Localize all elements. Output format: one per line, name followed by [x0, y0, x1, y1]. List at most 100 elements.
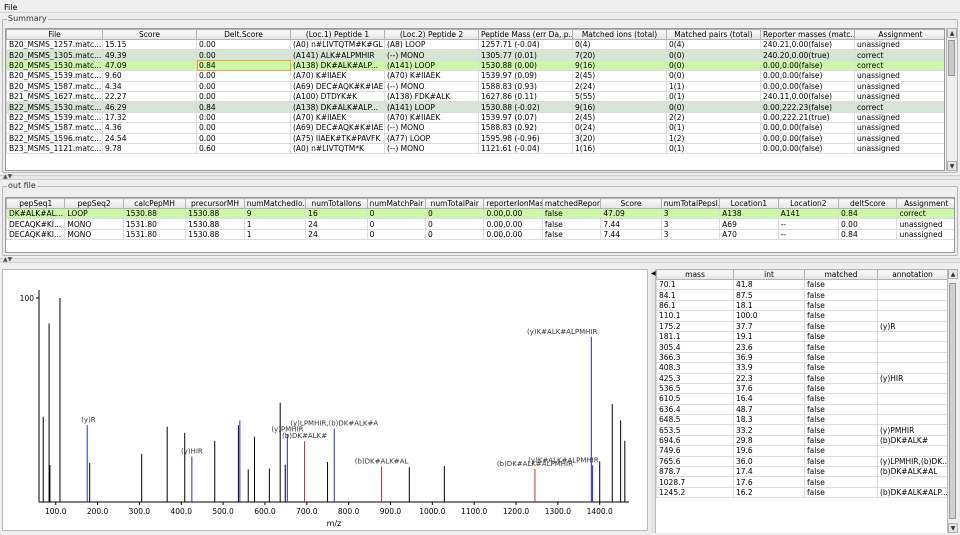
table-cell[interactable]: (--) MONO — [384, 122, 479, 134]
table-cell[interactable]: 0(0) — [666, 70, 761, 82]
table-cell[interactable]: 84.1 — [656, 289, 734, 301]
table-cell[interactable]: (y)PMHIR — [877, 424, 947, 436]
column-header[interactable]: Assignment — [896, 198, 954, 209]
table-cell[interactable]: (y)LPMHIR,(b)DK... — [877, 455, 947, 468]
table-cell[interactable]: 0.00 — [196, 70, 291, 82]
table-cell[interactable] — [877, 476, 947, 488]
table-cell[interactable]: 4.34 — [102, 80, 197, 92]
table-cell[interactable]: unassigned — [854, 111, 944, 124]
table-cell[interactable]: 4.36 — [102, 122, 197, 134]
table-cell[interactable]: A141 — [777, 207, 840, 220]
split-arrows-icon[interactable]: ▲▼ — [3, 256, 12, 263]
table-cell[interactable]: correct — [854, 101, 944, 113]
table-cell[interactable] — [877, 341, 947, 353]
table-cell[interactable]: 2(45) — [572, 70, 667, 82]
table-cell[interactable]: 5(55) — [572, 90, 667, 103]
table-cell[interactable]: 610.5 — [656, 393, 734, 405]
table-cell[interactable]: 1530.88 — [185, 228, 245, 241]
column-header[interactable]: Score — [600, 198, 662, 209]
table-cell[interactable]: 7.44 — [600, 228, 662, 241]
table-row[interactable]: B20_MSMS_1539.matc... 9.60 0.00 (A70) K#IIA… — [6, 70, 944, 82]
table-cell[interactable]: unassigned — [854, 90, 944, 103]
table-cell[interactable]: 0(4) — [572, 38, 667, 51]
table-cell[interactable]: 0.84 — [838, 207, 898, 220]
summary-scrollbar[interactable]: ▲ ▼ — [946, 28, 957, 171]
table-cell[interactable]: 0 — [366, 228, 427, 241]
column-header[interactable]: Location2 — [777, 198, 840, 209]
column-header[interactable]: Reporter masses (matc... — [760, 29, 855, 40]
table-cell[interactable]: 22.3 — [733, 372, 805, 384]
table-cell[interactable]: 240.21,0.00(false) — [760, 38, 855, 51]
table-row[interactable]: 878.7 17.4 false (b)DK#ALK#AL — [656, 466, 947, 478]
table-cell[interactable]: (A141) LOOP — [384, 101, 479, 113]
table-cell[interactable]: 0(0) — [666, 49, 761, 61]
table-cell[interactable]: 408.3 — [656, 362, 734, 374]
peak-scrollbar[interactable]: ▲ ▼ — [947, 269, 958, 533]
scroll-thumb[interactable] — [948, 40, 955, 76]
scroll-down-icon[interactable]: ▼ — [947, 161, 957, 171]
column-header[interactable]: Assignment — [854, 29, 944, 40]
table-cell[interactable]: B23_MSMS_1121.matc... — [6, 142, 103, 155]
table-cell[interactable]: false — [804, 299, 878, 312]
table-row[interactable]: 653.5 33.2 false (y)PMHIR — [656, 424, 947, 436]
table-cell[interactable]: DECAQK#KI... — [6, 218, 66, 230]
table-row[interactable]: B22_MSMS_1596.matc... 24.54 0.00 (A75) IIAE… — [6, 132, 944, 144]
column-header[interactable]: (Loc.1) Peptide 1 — [290, 29, 385, 40]
table-cell[interactable]: 0.00,222.23(false) — [760, 101, 855, 113]
table-cell[interactable]: 0.00 — [196, 80, 291, 92]
table-cell[interactable]: 1530.88 — [185, 207, 245, 220]
table-cell[interactable]: 1257.71 (-0.04) — [478, 38, 573, 51]
table-cell[interactable]: 1530.88 (-0.02) — [478, 101, 573, 113]
table-cell[interactable]: 7.44 — [600, 218, 662, 230]
table-cell[interactable]: 1531.80 — [122, 218, 187, 230]
table-cell[interactable]: 9.78 — [102, 142, 197, 155]
column-header[interactable]: matched — [804, 269, 878, 280]
table-cell[interactable] — [877, 403, 947, 416]
table-cell[interactable]: (A100) DTDYK#K — [290, 90, 385, 103]
table-cell[interactable]: 9(16) — [572, 101, 667, 113]
table-row[interactable]: 648.5 18.3 false — [656, 414, 947, 426]
table-cell[interactable]: B20_MSMS_1530.matc... — [6, 59, 103, 72]
table-row[interactable]: 84.1 87.5 false — [656, 289, 947, 301]
table-cell[interactable]: 2(45) — [572, 111, 667, 124]
table-cell[interactable]: 1305.77 (0.01) — [478, 49, 573, 61]
table-cell[interactable]: 0 — [425, 207, 485, 220]
table-cell[interactable]: false — [804, 382, 878, 395]
table-cell[interactable]: 0.84 — [196, 59, 291, 72]
table-cell[interactable]: 86.1 — [656, 299, 734, 312]
table-cell[interactable]: 1530.88 — [185, 218, 245, 230]
table-cell[interactable]: unassigned — [854, 122, 944, 134]
table-row[interactable]: 1245.2 16.2 false (b)DK#ALK#ALP... — [656, 486, 947, 499]
table-cell[interactable]: 49.39 — [102, 49, 197, 61]
table-cell[interactable]: 0.00,0.00 — [483, 218, 543, 230]
table-cell[interactable]: 366.3 — [656, 351, 734, 364]
column-header[interactable]: Matched ions (total) — [572, 29, 667, 40]
table-cell[interactable]: (A138) DK#ALK#ALP... — [290, 59, 385, 72]
table-cell[interactable]: 29.8 — [733, 434, 805, 447]
table-cell[interactable]: unassigned — [896, 228, 954, 241]
table-cell[interactable]: 636.4 — [656, 403, 734, 416]
table-cell[interactable]: 1627.86 (0.11) — [478, 90, 573, 103]
table-row[interactable]: B20_MSMS_1305.matc... 49.39 0.00 (A141) ALK… — [6, 49, 944, 61]
table-cell[interactable] — [877, 330, 947, 343]
table-cell[interactable]: 0(1) — [666, 90, 761, 103]
table-cell[interactable]: 0.00,0.00 — [483, 207, 543, 220]
table-row[interactable]: DK#ALK#AL... LOOP 1530.88 1530.88 9 16 0 0 0.00,… — [6, 207, 954, 220]
table-cell[interactable]: 878.7 — [656, 466, 734, 478]
table-cell[interactable] — [877, 289, 947, 301]
table-cell[interactable]: false — [804, 310, 878, 322]
table-cell[interactable]: 22.27 — [102, 90, 197, 103]
scroll-up-icon[interactable]: ▲ — [947, 28, 957, 38]
table-cell[interactable]: 1(2) — [666, 132, 761, 144]
table-cell[interactable]: (b)DK#ALK#ALP... — [877, 486, 947, 499]
table-cell[interactable]: (y)R — [877, 320, 947, 332]
table-cell[interactable]: 0 — [366, 218, 427, 230]
column-header[interactable]: numMatchPair — [366, 198, 427, 209]
table-cell[interactable]: MONO — [64, 218, 124, 230]
table-cell[interactable] — [877, 278, 947, 291]
column-header[interactable]: numTotalPepsI... — [660, 198, 721, 209]
table-cell[interactable]: 2(2) — [666, 111, 761, 124]
table-cell[interactable]: (A138) FDK#ALK — [384, 90, 479, 103]
table-cell[interactable]: 0(0) — [666, 59, 761, 72]
table-cell[interactable]: false — [804, 320, 878, 332]
